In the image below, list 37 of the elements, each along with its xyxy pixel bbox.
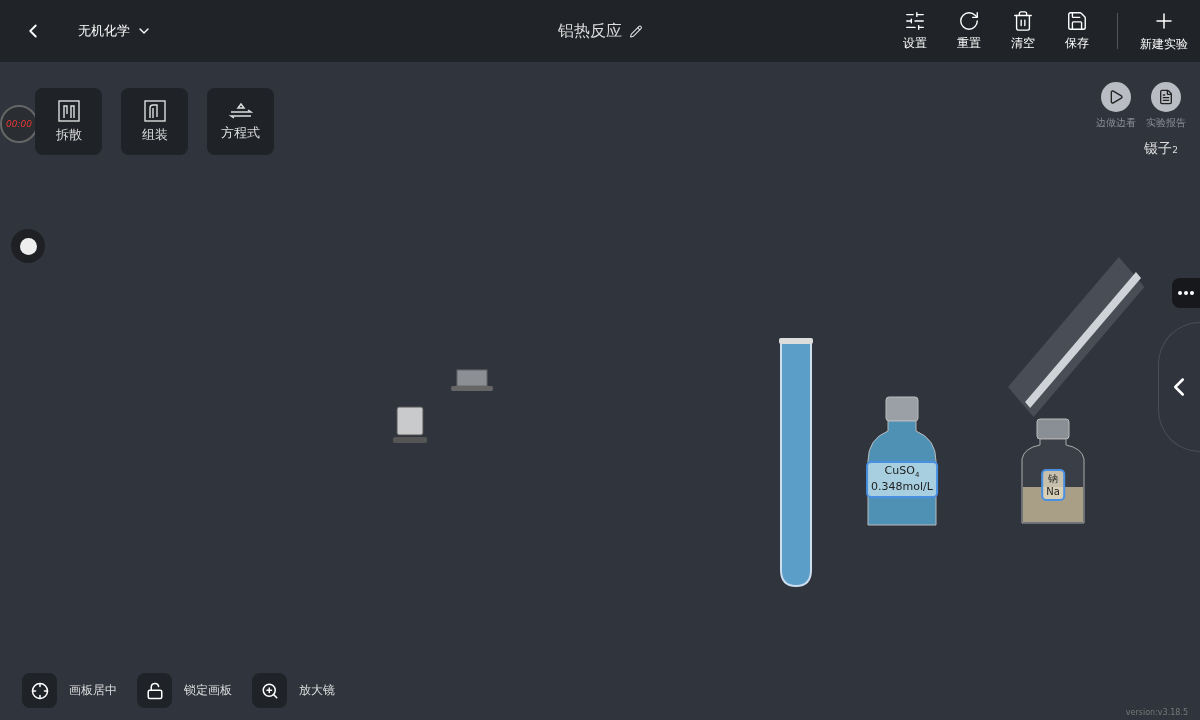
canvas-tool-button[interactable]: 放大镜 — [252, 673, 335, 708]
experiment-title: 铝热反应 — [557, 20, 622, 42]
toolbar-button[interactable]: 保存 — [1059, 10, 1095, 52]
assemble-apparatus-icon — [143, 99, 166, 122]
version-text: version:v3.18.5 — [1125, 708, 1188, 717]
refresh-icon — [958, 10, 980, 32]
report-icon — [1158, 89, 1174, 105]
play-icon — [1108, 89, 1124, 105]
tool-button[interactable]: 方程式 — [207, 88, 274, 155]
side-button[interactable]: 实验报告 — [1146, 82, 1186, 130]
powder-bottle-drawing[interactable] — [1020, 417, 1086, 527]
zoom-in-icon — [260, 681, 279, 700]
toolbar-button[interactable]: 重置 — [951, 10, 987, 52]
split-apparatus-icon — [57, 99, 80, 122]
bottle-label: 钠 Na — [1041, 469, 1065, 501]
floating-ball-button[interactable] — [11, 229, 45, 263]
toolbar-button[interactable]: 清空 — [1005, 10, 1041, 52]
canvas-tool-button[interactable]: 锁定画板 — [137, 673, 232, 708]
subject-dropdown[interactable]: 无机化学 — [78, 22, 152, 40]
more-button[interactable] — [1172, 278, 1200, 308]
unlock-icon — [145, 681, 164, 700]
toolbar-button[interactable]: 设置 — [897, 10, 933, 52]
bottle-label: CuSO$_{4}$ 0.348mol/L — [866, 461, 938, 498]
tool-button[interactable]: 组装 — [121, 88, 188, 155]
crosshair-icon — [30, 681, 49, 700]
settings-icon — [904, 10, 926, 32]
equation-icon — [228, 101, 253, 120]
stopper-drawing[interactable] — [450, 368, 494, 394]
canvas-tool-button[interactable]: 画板居中 — [22, 673, 117, 708]
save-icon — [1066, 10, 1088, 32]
edit-icon[interactable] — [629, 24, 643, 38]
tool-button[interactable]: 拆散 — [35, 88, 102, 155]
side-button[interactable]: 边做边看 — [1096, 82, 1136, 130]
trash-icon — [1012, 10, 1034, 32]
new-experiment-button[interactable]: 新建实验 — [1140, 9, 1188, 53]
more-icon — [1178, 291, 1194, 295]
test-tube-drawing[interactable] — [779, 338, 813, 588]
